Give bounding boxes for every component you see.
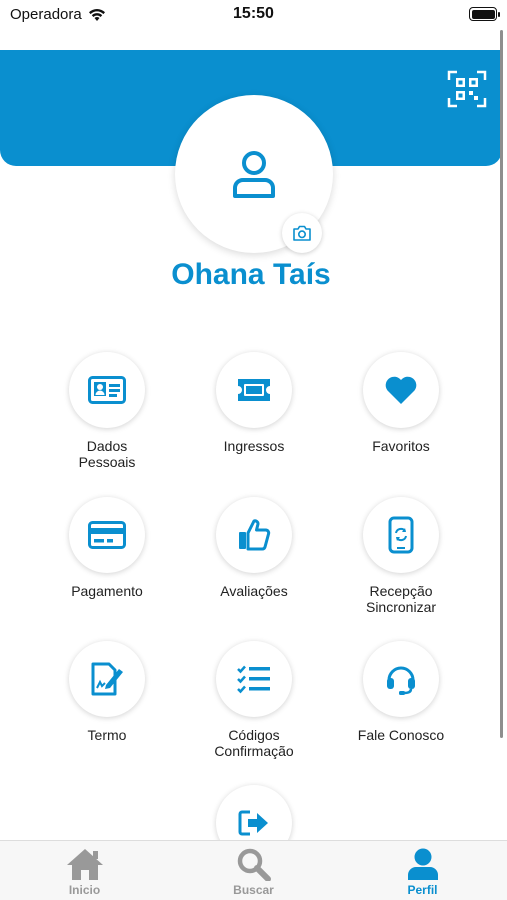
menu-label: Favoritos (372, 438, 430, 454)
menu-circle (216, 352, 292, 428)
scrollbar[interactable] (500, 30, 503, 738)
status-time: 15:50 (233, 5, 274, 22)
menu-circle (69, 497, 145, 573)
tab-perfil[interactable]: Perfil (338, 841, 507, 900)
search-icon (237, 848, 271, 881)
person-icon (407, 848, 438, 880)
tab-label: Perfil (407, 883, 438, 897)
menu-item-dados-pessoais[interactable]: Dados Pessoais (32, 352, 182, 470)
menu-item-ingressos[interactable]: Ingressos (179, 352, 329, 454)
thumbs-up-icon (239, 519, 271, 551)
menu-circle (363, 352, 439, 428)
tab-inicio[interactable]: Inicio (0, 841, 169, 900)
menu-item-fale-conosco[interactable]: Fale Conosco (326, 641, 476, 743)
home-icon (66, 849, 103, 880)
document-sign-icon (91, 662, 123, 696)
user-name: Ohana Taís (171, 258, 331, 291)
menu-circle (216, 497, 292, 573)
change-photo-button[interactable] (282, 213, 322, 253)
logout-icon (238, 810, 268, 836)
tab-label: Buscar (233, 883, 274, 897)
menu-circle (216, 641, 292, 717)
menu-label: Recepção Sincronizar (365, 583, 437, 615)
menu-item-avaliacoes[interactable]: Avaliações (179, 497, 329, 599)
menu-label: Dados Pessoais (78, 438, 136, 470)
id-card-icon (88, 376, 126, 404)
qr-code-icon[interactable] (447, 70, 487, 108)
battery-icon (469, 7, 500, 21)
tab-bar: Inicio Buscar Perfil (0, 840, 507, 900)
phone-sync-icon (388, 516, 414, 554)
menu-item-codigos-confirmacao[interactable]: Códigos Confirmação (179, 641, 329, 759)
checklist-icon (237, 665, 270, 694)
menu-label: Termo (87, 727, 127, 743)
status-bar: Operadora 15:50 (0, 0, 507, 30)
menu-circle (363, 641, 439, 717)
menu-label: Ingressos (223, 438, 285, 454)
menu-item-termo[interactable]: Termo (32, 641, 182, 743)
credit-card-icon (88, 521, 126, 549)
camera-icon (293, 225, 311, 241)
headset-icon (387, 666, 415, 695)
menu-item-pagamento[interactable]: Pagamento (32, 497, 182, 599)
tab-label: Inicio (68, 883, 101, 897)
menu-label: Fale Conosco (357, 727, 445, 743)
menu-item-favoritos[interactable]: Favoritos (326, 352, 476, 454)
ticket-icon (238, 379, 270, 401)
menu-label: Avaliações (220, 583, 288, 599)
menu-circle (363, 497, 439, 573)
menu-label: Códigos Confirmação (214, 727, 294, 759)
menu-item-recepcao-sincronizar[interactable]: Recepção Sincronizar (326, 497, 476, 615)
user-icon (233, 151, 275, 198)
heart-icon (385, 376, 417, 404)
menu-label: Pagamento (71, 583, 143, 599)
tab-buscar[interactable]: Buscar (169, 841, 338, 900)
menu-circle (69, 352, 145, 428)
menu-circle (69, 641, 145, 717)
